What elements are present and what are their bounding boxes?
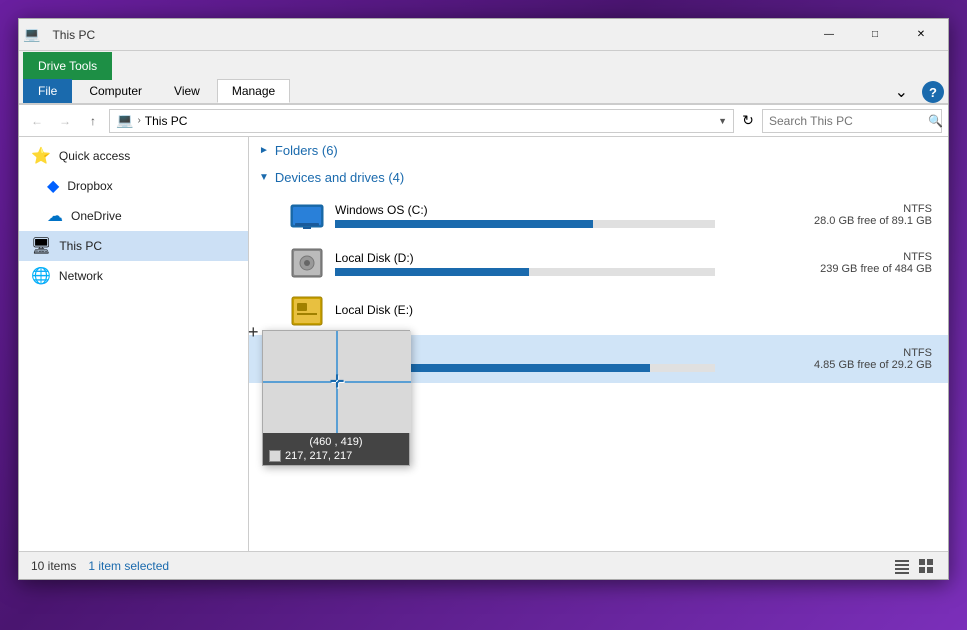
- devices-toggle-icon: ▼: [259, 172, 269, 183]
- sidebar-item-quick-access[interactable]: ⭐ Quick access: [19, 141, 248, 171]
- search-input[interactable]: [769, 114, 924, 128]
- address-bar: ← → ↑ 💻 › This PC ▼ ↻ 🔍: [19, 105, 948, 137]
- drive-name-d: Local Disk (D:): [335, 251, 802, 265]
- preview-color-text: 217, 217, 217: [285, 450, 352, 462]
- devices-section-header[interactable]: ▼ Devices and drives (4): [249, 164, 948, 191]
- preview-info: (460 , 419) 217, 217, 217: [263, 433, 409, 465]
- ribbon: Drive Tools File Computer View Manage ⌄ …: [19, 51, 948, 105]
- color-swatch: [269, 450, 281, 462]
- drive-progress-fill-d: [335, 268, 529, 276]
- ribbon-tabs: Drive Tools: [19, 51, 948, 79]
- drive-icon-c: [289, 197, 325, 233]
- address-path[interactable]: 💻 › This PC ▼: [109, 109, 734, 133]
- drive-item-d[interactable]: Local Disk (D:) NTFS 239 GB free of 484 …: [249, 239, 948, 287]
- tab-file[interactable]: File: [23, 79, 72, 103]
- maximize-button[interactable]: □: [852, 19, 898, 51]
- window-icon: 💻: [23, 26, 40, 43]
- drive-name-e: Local Disk (E:): [335, 303, 802, 317]
- drive-item-e[interactable]: Local Disk (E:): [249, 287, 948, 335]
- drive-name-c: Windows OS (C:): [335, 203, 802, 217]
- drive-info-d: Local Disk (D:): [335, 251, 802, 276]
- drive-progress-bg-d: [335, 268, 715, 276]
- sidebar-label-quick-access: Quick access: [59, 149, 130, 163]
- preview-image: ✛: [263, 331, 411, 433]
- search-box[interactable]: 🔍: [762, 109, 942, 133]
- dropbox-icon: ◆: [47, 176, 59, 196]
- folders-section-header[interactable]: ► Folders (6): [249, 137, 948, 164]
- drive-progress-fill-c: [335, 220, 593, 228]
- window-title: This PC: [52, 28, 95, 42]
- this-pc-icon: 🖥: [31, 236, 51, 256]
- drive-info-c: Windows OS (C:): [335, 203, 802, 228]
- title-bar-left: 💻 This PC: [23, 26, 95, 43]
- drive-fs-d: NTFS: [903, 251, 932, 263]
- folders-section-label: Folders (6): [275, 143, 338, 158]
- address-chevron: ›: [137, 115, 140, 126]
- close-button[interactable]: ✕: [898, 19, 944, 51]
- drive-meta-d: NTFS 239 GB free of 484 GB: [802, 251, 932, 275]
- preview-color-row: 217, 217, 217: [269, 450, 403, 462]
- network-icon: 🌐: [31, 266, 51, 286]
- help-button[interactable]: ?: [922, 81, 944, 103]
- minimize-button[interactable]: —: [806, 19, 852, 51]
- up-button[interactable]: ↑: [81, 109, 105, 133]
- address-icon: 💻: [116, 112, 133, 129]
- large-icons-view-button[interactable]: [916, 556, 936, 576]
- drive-icon-e: [289, 293, 325, 329]
- sidebar-item-onedrive[interactable]: ☁ OneDrive: [19, 201, 248, 231]
- address-dropdown-arrow[interactable]: ▼: [718, 116, 727, 126]
- folders-toggle-icon: ►: [259, 145, 269, 156]
- items-count: 10 items: [31, 559, 76, 573]
- tab-manage[interactable]: Manage: [217, 79, 290, 103]
- crosshair-cursor: ✛: [329, 372, 344, 393]
- ribbon-tab-row: File Computer View Manage ⌄ ?: [19, 79, 948, 104]
- back-button[interactable]: ←: [25, 109, 49, 133]
- tab-drive-tools[interactable]: Drive Tools: [23, 52, 112, 80]
- title-bar: 💻 This PC — □ ✕: [19, 19, 948, 51]
- drive-meta-g: NTFS 4.85 GB free of 29.2 GB: [802, 347, 932, 371]
- sidebar-label-onedrive: OneDrive: [71, 209, 122, 223]
- explorer-window: 💻 This PC — □ ✕ Drive Tools File Compute…: [18, 18, 949, 580]
- quick-access-icon: ⭐: [31, 146, 51, 166]
- drive-free-d: 239 GB free of 484 GB: [820, 263, 932, 275]
- search-icon: 🔍: [928, 114, 943, 128]
- drag-cursor: +: [248, 322, 259, 343]
- drive-free-g: 4.85 GB free of 29.2 GB: [814, 359, 932, 371]
- preview-popup: ✛ (460 , 419) 217, 217, 217: [262, 330, 410, 466]
- sidebar-label-this-pc: This PC: [59, 239, 102, 253]
- forward-button[interactable]: →: [53, 109, 77, 133]
- sidebar-item-dropbox[interactable]: ◆ Dropbox: [19, 171, 248, 201]
- tab-view[interactable]: View: [159, 79, 215, 103]
- status-left: 10 items 1 item selected: [31, 559, 169, 573]
- ribbon-right: ⌄ ?: [887, 81, 944, 103]
- drive-meta-c: NTFS 28.0 GB free of 89.1 GB: [802, 203, 932, 227]
- status-bar: 10 items 1 item selected: [19, 551, 948, 579]
- sidebar-item-this-pc[interactable]: 🖥 This PC: [19, 231, 248, 261]
- drive-fs-c: NTFS: [903, 203, 932, 215]
- title-bar-buttons: — □ ✕: [806, 19, 944, 51]
- main-area: ⭐ Quick access ◆ Dropbox ☁ OneDrive 🖥 Th…: [19, 137, 948, 551]
- drive-fs-g: NTFS: [903, 347, 932, 359]
- drive-item-c[interactable]: Windows OS (C:) NTFS 28.0 GB free of 89.…: [249, 191, 948, 239]
- devices-section-label: Devices and drives (4): [275, 170, 404, 185]
- details-view-button[interactable]: [892, 556, 912, 576]
- sidebar-label-network: Network: [59, 269, 103, 283]
- drive-free-c: 28.0 GB free of 89.1 GB: [814, 215, 932, 227]
- sidebar-label-dropbox: Dropbox: [67, 179, 112, 193]
- refresh-button[interactable]: ↻: [738, 111, 758, 131]
- ribbon-collapse-arrow[interactable]: ⌄: [887, 82, 916, 102]
- sidebar: ⭐ Quick access ◆ Dropbox ☁ OneDrive 🖥 Th…: [19, 137, 249, 551]
- drive-info-e: Local Disk (E:): [335, 303, 802, 320]
- onedrive-icon: ☁: [47, 206, 63, 226]
- drive-icon-d: [289, 245, 325, 281]
- address-label: This PC: [145, 114, 188, 128]
- preview-coords: (460 , 419): [269, 436, 403, 448]
- status-right: [892, 556, 936, 576]
- selected-count: 1 item selected: [88, 559, 169, 573]
- tab-computer[interactable]: Computer: [74, 79, 157, 103]
- drive-progress-bg-c: [335, 220, 715, 228]
- sidebar-item-network[interactable]: 🌐 Network: [19, 261, 248, 291]
